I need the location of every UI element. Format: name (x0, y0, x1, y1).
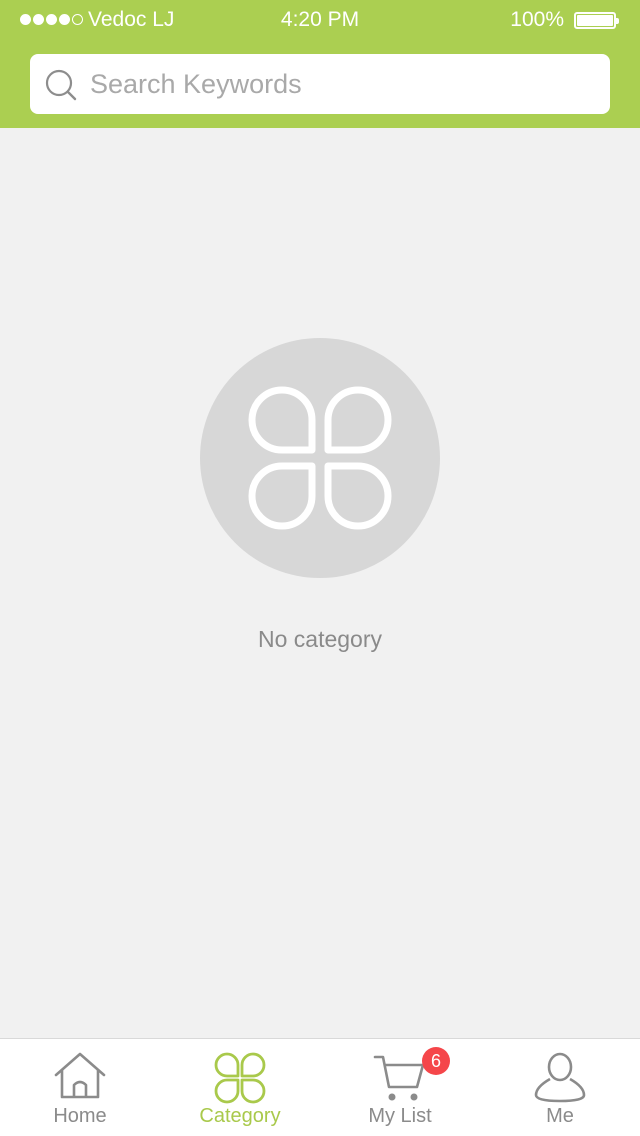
battery-icon (574, 12, 619, 29)
cart-icon (373, 1055, 425, 1101)
clover-icon (248, 386, 392, 530)
tab-me[interactable]: Me (480, 1039, 640, 1136)
empty-category-illustration (200, 338, 440, 578)
cart-count-badge: 6 (422, 1047, 450, 1075)
empty-state-message: No category (257, 626, 382, 652)
tab-my-list-label: My List (368, 1105, 432, 1127)
app-header: Vedoc LJ 4:20 PM 100% (0, 0, 640, 128)
tab-home-label: Home (53, 1105, 107, 1127)
tab-category-label: Category (199, 1105, 281, 1127)
home-icon (54, 1052, 106, 1099)
clover-icon (214, 1052, 266, 1104)
search-icon (45, 69, 77, 101)
empty-state: No category (0, 128, 640, 1038)
search-input[interactable] (90, 54, 590, 114)
tab-category[interactable]: Category (160, 1039, 320, 1136)
user-icon (534, 1052, 586, 1103)
search-bar[interactable] (30, 54, 610, 114)
tab-home[interactable]: Home (0, 1039, 160, 1136)
tab-my-list[interactable]: My List (320, 1039, 480, 1136)
tab-me-label: Me (546, 1105, 574, 1127)
battery-percentage: 100% (510, 8, 564, 31)
tab-bar: Home Category My List Me (0, 1038, 640, 1136)
status-bar: Vedoc LJ 4:20 PM 100% (0, 0, 640, 40)
